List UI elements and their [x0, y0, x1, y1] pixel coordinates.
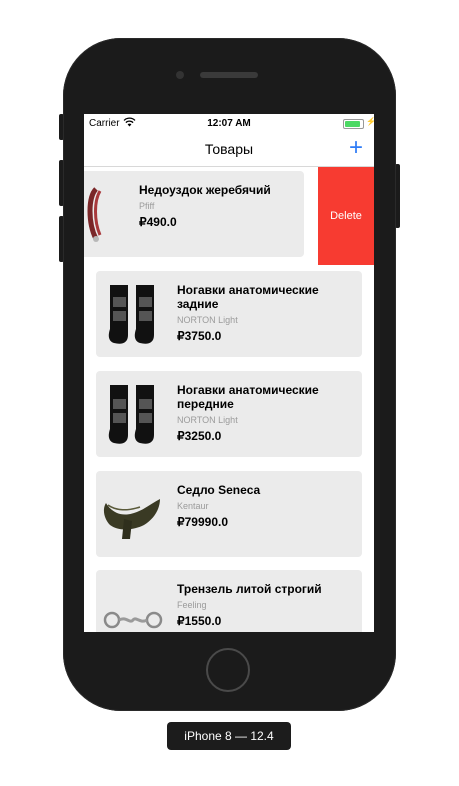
clock: 12:07 AM [207, 118, 251, 129]
battery-icon [343, 119, 364, 129]
list-item[interactable]: Ногавки анатомические задние NORTON Ligh… [96, 271, 362, 357]
product-brand: Pfiff [139, 201, 155, 211]
add-button[interactable]: + [344, 136, 368, 160]
page-title: Товары [204, 141, 254, 157]
product-price: ₽3750.0 [177, 329, 222, 343]
product-brand: NORTON Light [177, 415, 238, 425]
product-name: Недоуздок жеребячий [139, 183, 271, 197]
screen: Carrier 12:07 AM ⚡ Товары + Недоуздок же… [84, 114, 374, 632]
status-bar: Carrier 12:07 AM ⚡ [84, 114, 374, 134]
charging-icon: ⚡ [366, 117, 374, 126]
product-brand: NORTON Light [177, 315, 238, 325]
battery-level [345, 121, 360, 127]
home-button[interactable] [206, 648, 250, 692]
device-label: iPhone 8 — 12.4 [167, 722, 291, 750]
boots-icon [104, 379, 162, 449]
product-name: Ногавки анатомические задние [177, 283, 319, 311]
halter-icon [84, 179, 124, 249]
navigation-bar: Товары + [84, 134, 374, 167]
product-name: Трензель литой строгий [177, 582, 322, 596]
product-name: Ногавки анатомические передние [177, 383, 319, 411]
delete-button[interactable]: Delete [318, 167, 374, 265]
list-item[interactable]: Седло Seneca Kentaur ₽79990.0 [96, 471, 362, 557]
product-price: ₽490.0 [139, 215, 177, 229]
saddle-icon [100, 479, 164, 549]
earpiece-speaker [200, 72, 258, 78]
boots-icon [104, 279, 162, 349]
bit-icon [102, 578, 164, 632]
product-price: ₽79990.0 [177, 515, 229, 529]
product-brand: Feeling [177, 600, 207, 610]
product-price: ₽3250.0 [177, 429, 222, 443]
product-price: ₽1550.0 [177, 614, 222, 628]
product-brand: Kentaur [177, 501, 209, 511]
list-item[interactable]: Трензель литой строгий Feeling ₽1550.0 [96, 570, 362, 632]
front-camera [176, 71, 184, 79]
product-name: Седло Seneca [177, 483, 261, 497]
list-item[interactable]: Ногавки анатомические передние NORTON Li… [96, 371, 362, 457]
list-item[interactable]: Недоуздок жеребячий Pfiff ₽490.0 [84, 171, 304, 257]
